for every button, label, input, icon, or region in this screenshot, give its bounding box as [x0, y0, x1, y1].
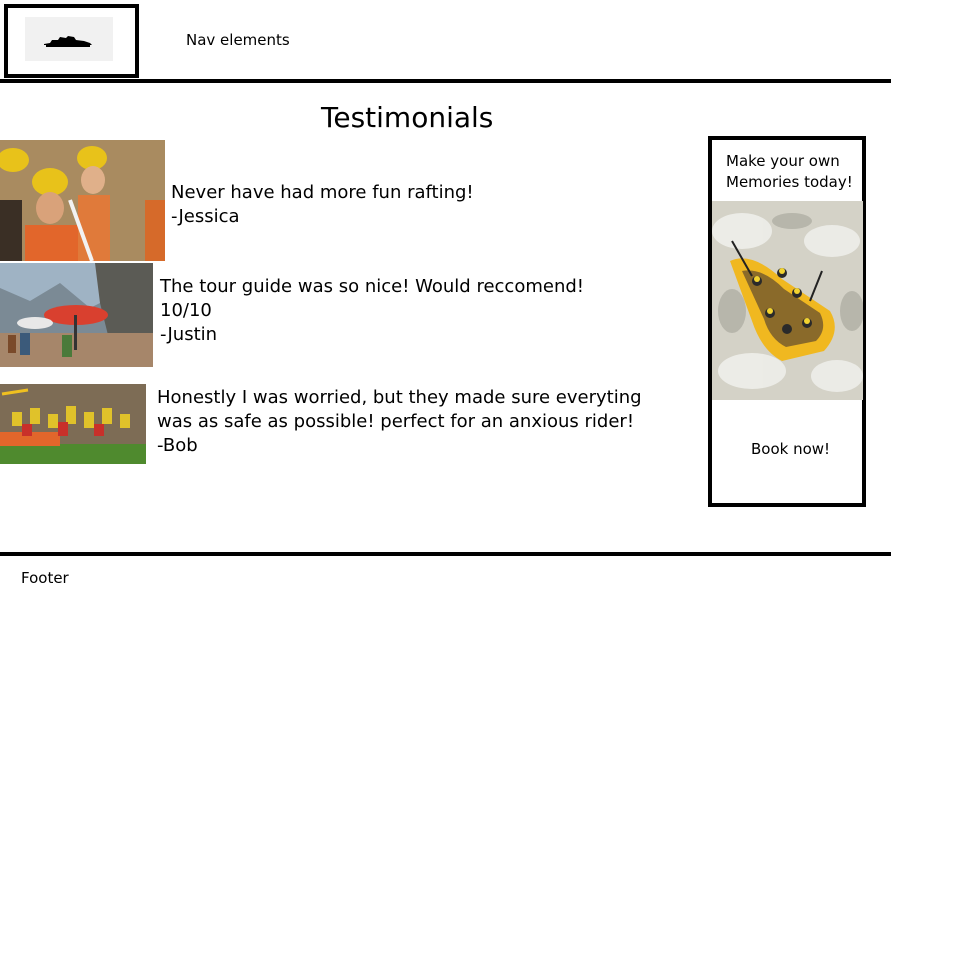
header-divider [0, 79, 891, 83]
ad-title: Make your own Memories today! [726, 152, 853, 191]
testimonial-2-quote: The tour guide was so nice! Would reccom… [160, 276, 584, 297]
rafting-group-photo [0, 384, 146, 464]
page-title: Testimonials [321, 101, 494, 134]
whitewater-raft-photo[interactable] [712, 201, 863, 400]
nav-elements[interactable]: Nav elements [186, 31, 290, 49]
book-now-button[interactable]: Book now! [751, 440, 830, 458]
footer: Footer [21, 569, 69, 587]
testimonial-2-author: -Justin [160, 324, 218, 345]
testimonial-3-quote-line-1: Honestly I was worried, but they made su… [157, 387, 642, 408]
riverside-umbrella-photo [0, 263, 153, 367]
rafters-with-helmets-photo [0, 140, 165, 261]
footer-divider [0, 552, 891, 556]
testimonial-1-author: -Jessica [171, 206, 240, 227]
logo-icon [44, 36, 92, 47]
testimonial-3-author: -Bob [157, 435, 198, 456]
testimonial-3-quote-line-2: was as safe as possible! perfect for an … [157, 411, 635, 432]
testimonial-2-rating: 10/10 [160, 300, 212, 321]
testimonial-1-quote: Never have had more fun rafting! [171, 182, 474, 203]
